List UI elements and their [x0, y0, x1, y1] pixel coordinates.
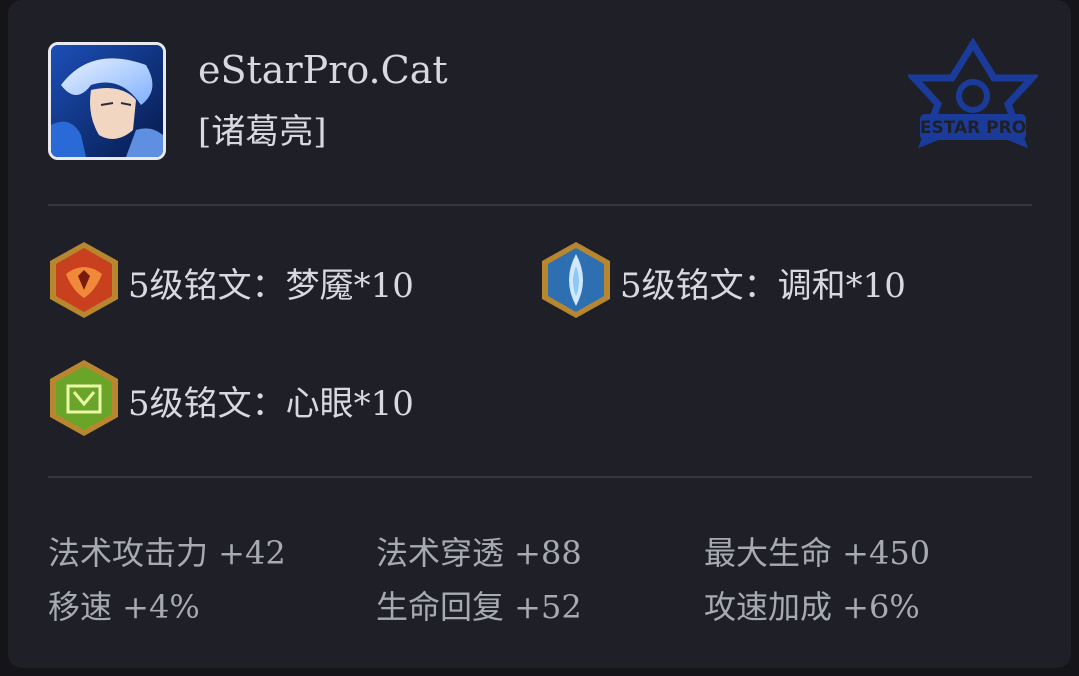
- stat-max-hp: 最大生命 +450: [704, 534, 931, 572]
- green-rune-icon: [50, 360, 118, 436]
- red-rune-icon: [50, 242, 118, 318]
- hero-avatar: [48, 42, 166, 160]
- rune-label: 5级铭文：梦魇*10: [128, 266, 414, 306]
- blue-rune-icon: [542, 242, 610, 318]
- divider-top: [48, 204, 1032, 206]
- rune-card: eStarPro.Cat [诸葛亮] ESTAR PRO 5级铭文：梦魇*10 …: [8, 0, 1071, 668]
- stat-magic-penetration: 法术穿透 +88: [376, 534, 582, 572]
- hero-name: [诸葛亮]: [198, 112, 327, 152]
- rune-row-insight: 5级铭文：心眼*10: [48, 358, 468, 438]
- stat-magic-attack: 法术攻击力 +42: [48, 534, 286, 572]
- rune-row-harmony: 5级铭文：调和*10: [540, 240, 960, 320]
- hero-portrait-icon: [51, 45, 163, 157]
- divider-bottom: [48, 476, 1032, 478]
- player-name: eStarPro.Cat: [198, 48, 448, 92]
- stat-hp-regen: 生命回复 +52: [376, 588, 582, 626]
- rune-label: 5级铭文：心眼*10: [128, 384, 414, 424]
- estar-pro-logo-icon: ESTAR PRO: [908, 38, 1038, 149]
- rune-row-nightmare: 5级铭文：梦魇*10: [48, 240, 468, 320]
- stat-move-speed: 移速 +4%: [48, 588, 200, 626]
- rune-label: 5级铭文：调和*10: [620, 266, 906, 306]
- stat-attack-speed: 攻速加成 +6%: [704, 588, 920, 626]
- team-logo-text: ESTAR PRO: [920, 118, 1026, 138]
